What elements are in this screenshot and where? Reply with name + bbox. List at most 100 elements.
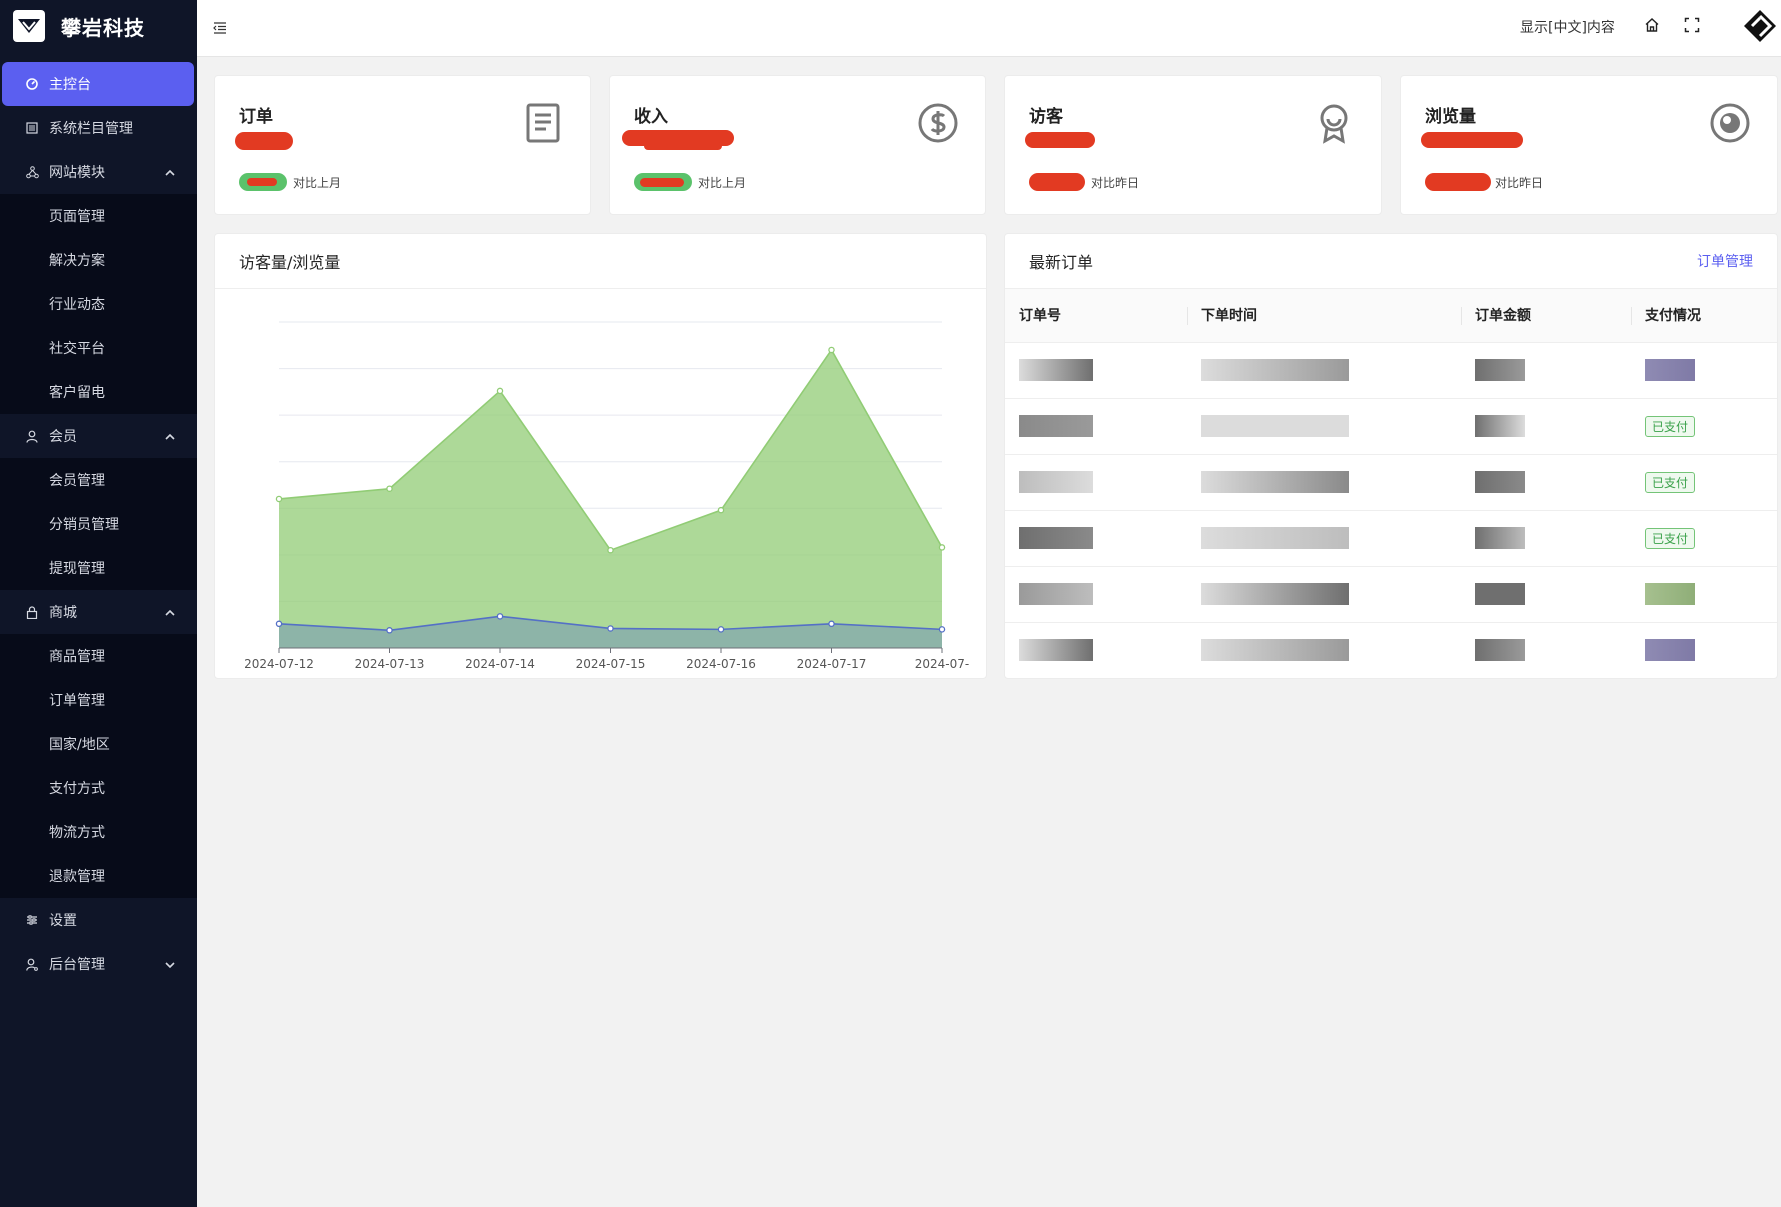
sidebar-item-pages[interactable]: 页面管理 [0,194,197,238]
submenu-mall: 商品管理 订单管理 国家/地区 支付方式 物流方式 退款管理 [0,634,197,898]
order-time-cell [1187,342,1461,399]
award-icon [1313,102,1355,144]
x-tick-label: 2024-07-17 [797,657,867,671]
brand-logo-icon [13,10,45,42]
sidebar-item-label: 会员管理 [49,473,105,489]
data-point [496,613,504,620]
sidebar-item-messages[interactable]: 客户留电 [0,370,197,414]
dashboard-icon [25,77,39,91]
sidebar-item-settings[interactable]: 设置 [0,898,197,942]
stat-title: 订单 [239,107,273,127]
chevron-up-icon [165,605,175,621]
stat-compare-label: 对比昨日 [1495,176,1544,190]
stat-compare-label: 对比昨日 [1091,176,1140,190]
stat-card-orders: 订单 对比上月 [214,75,591,215]
table-row[interactable] [1005,622,1777,678]
table-row[interactable] [1005,342,1777,399]
sidebar-item-columns[interactable]: 系统栏目管理 [0,106,197,150]
sidebar-item-label: 分销员管理 [49,517,119,533]
order-no-cell [1005,454,1187,511]
fullscreen-icon[interactable] [1684,17,1700,37]
data-point [496,387,504,395]
document-icon [522,102,564,144]
sidebar-item-withdraw[interactable]: 提现管理 [0,546,197,590]
stat-card-visitors: 访客 对比昨日 [1004,75,1382,215]
order-no-cell [1005,342,1187,399]
avatar[interactable] [1743,9,1777,43]
sidebar-item-member[interactable]: 会员 [0,414,197,458]
sliders-icon [25,913,39,927]
submenu-member: 会员管理 分销员管理 提现管理 [0,458,197,590]
data-point [828,620,835,628]
column-header-amount[interactable]: 订单金额 [1461,289,1631,343]
sidebar-item-distributor[interactable]: 分销员管理 [0,502,197,546]
sidebar-item-payment[interactable]: 支付方式 [0,766,197,810]
sidebar-item-website-module[interactable]: 网站模块 [0,150,197,194]
status-badge: 已支付 [1645,527,1696,549]
sidebar-item-mall[interactable]: 商城 [0,590,197,634]
menu-collapse-icon[interactable] [213,19,227,38]
table-header-row: 订单号 下单时间 订单金额 支付情况 [1005,289,1777,343]
home-icon[interactable] [1644,17,1660,37]
table-row[interactable] [1005,566,1777,623]
payment-status-cell [1631,622,1777,678]
sidebar-item-regions[interactable]: 国家/地区 [0,722,197,766]
column-header-order-no[interactable]: 订单号 [1005,289,1187,343]
table-row[interactable]: 已支付 [1005,398,1777,455]
chevron-up-icon [165,165,175,181]
payment-status-cell [1631,342,1777,399]
sidebar-item-products[interactable]: 商品管理 [0,634,197,678]
sidebar-item-refunds[interactable]: 退款管理 [0,854,197,898]
status-badge: 已支付 [1645,471,1696,493]
brand[interactable]: 攀岩科技 [0,0,197,52]
table-row[interactable]: 已支付 [1005,454,1777,511]
series-area [279,349,942,648]
sidebar-item-news[interactable]: 行业动态 [0,282,197,326]
data-point [828,346,835,354]
table-row[interactable]: 已支付 [1005,510,1777,567]
eye-icon [1709,102,1751,144]
sidebar-item-orders[interactable]: 订单管理 [0,678,197,722]
order-time-cell [1187,398,1461,455]
user-icon [25,429,39,443]
order-no-cell [1005,566,1187,623]
sidebar-item-solutions[interactable]: 解决方案 [0,238,197,282]
sidebar-item-label: 提现管理 [49,561,105,577]
data-point [938,626,946,633]
orders-panel: 最新订单 订单管理 订单号 下单时间 订单金额 支付情况 已支付 已支付 已支付 [1004,233,1778,679]
column-header-order-time[interactable]: 下单时间 [1187,289,1461,343]
order-management-link[interactable]: 订单管理 [1697,251,1753,271]
sidebar-item-label: 支付方式 [49,781,105,797]
stat-trend-badge [239,173,287,191]
admin-user-icon [25,957,39,971]
sidebar-item-label: 商城 [49,605,77,621]
sidebar-item-admin[interactable]: 后台管理 [0,942,197,986]
stat-trend-badge [1425,173,1491,191]
sidebar-item-logistics[interactable]: 物流方式 [0,810,197,854]
order-amount-cell [1461,454,1631,511]
x-tick-label: 2024-07-12 [244,657,314,671]
list-icon [25,121,39,135]
lock-icon [25,605,39,619]
order-time-cell [1187,454,1461,511]
stat-value-redacted [235,132,293,150]
sidebar-item-social[interactable]: 社交平台 [0,326,197,370]
sidebar-item-label: 解决方案 [49,253,105,269]
language-toggle[interactable]: 显示[中文]内容 [1520,17,1615,37]
order-no-cell [1005,622,1187,678]
sidebar-item-label: 物流方式 [49,825,105,841]
payment-status-cell: 已支付 [1631,454,1777,511]
order-amount-cell [1461,510,1631,567]
submenu-website: 页面管理 解决方案 行业动态 社交平台 客户留电 [0,194,197,414]
stat-compare-label: 对比上月 [698,176,747,190]
sidebar-item-dashboard[interactable]: 主控台 [2,62,194,106]
data-point [386,627,393,634]
order-no-cell [1005,398,1187,455]
stat-value-redacted [1025,132,1095,148]
order-time-cell [1187,510,1461,567]
visitor-pageview-chart: 2024-07-12 2024-07-13 2024-07-14 2024-07-15… [244,321,969,671]
x-tick-label: 2024-07-16 [686,657,756,671]
sidebar-item-member-manage[interactable]: 会员管理 [0,458,197,502]
column-header-payment-status[interactable]: 支付情况 [1631,289,1777,343]
data-point [275,620,283,628]
